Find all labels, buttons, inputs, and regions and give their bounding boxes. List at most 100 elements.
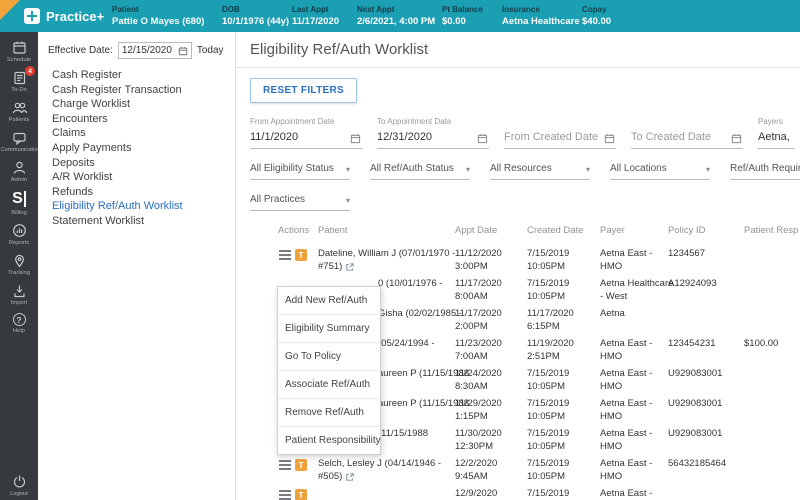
nav-admin[interactable]: Admin xyxy=(0,156,38,186)
payer-cell: Aetna East - HMO xyxy=(600,428,653,452)
table-header: Actions Patient Appt Date Created Date P… xyxy=(278,225,799,236)
refauth-tag-icon[interactable]: T xyxy=(295,459,307,471)
payer-cell: Aetna Healthcare - West xyxy=(600,278,674,302)
calendar-icon xyxy=(12,41,26,54)
nav-patients[interactable]: Patients xyxy=(0,96,38,126)
locations-dropdown[interactable]: All Locations ▾ xyxy=(610,163,710,180)
practices-dropdown[interactable]: All Practices ▾ xyxy=(250,194,350,211)
payer-cell: Aetna xyxy=(600,308,625,319)
eligibility-status-dropdown[interactable]: All Eligibility Status ▾ xyxy=(250,163,350,180)
menu-statement-worklist[interactable]: Statement Worklist xyxy=(38,214,235,229)
calendar-icon[interactable] xyxy=(350,133,361,144)
calendar-icon[interactable] xyxy=(477,133,488,144)
appt-date-cell: 12/9/2020 xyxy=(455,488,498,499)
from-created-date-filter[interactable]: From Created Date xyxy=(504,117,616,149)
row-actions xyxy=(278,274,318,279)
menu-associate-refauth[interactable]: Associate Ref/Auth xyxy=(278,371,380,399)
dob-field: DOB 10/1/1976 (44y) xyxy=(222,5,290,27)
to-created-date-filter[interactable]: To Created Date xyxy=(631,117,743,149)
table-row: T Dateline, William J (07/01/1970 - #751… xyxy=(236,244,800,274)
patient-cell: Dateline, William J (07/01/1970 - #751) xyxy=(318,248,456,272)
nav-communication[interactable]: Communication xyxy=(0,126,38,156)
actions-menu-icon[interactable] xyxy=(278,489,292,500)
policy-id-cell: 1234567 xyxy=(668,248,705,259)
appt-date-cell: 11/24/2020 8:30AM xyxy=(455,368,502,392)
nav-help[interactable]: ? Help xyxy=(0,309,38,337)
help-icon: ? xyxy=(12,313,26,326)
menu-ar-worklist[interactable]: A/R Worklist xyxy=(38,170,235,185)
menu-cash-register[interactable]: Cash Register xyxy=(38,68,235,83)
reset-filters-button[interactable]: RESET FILTERS xyxy=(250,78,357,103)
nav-import[interactable]: Import xyxy=(0,279,38,309)
menu-deposits[interactable]: Deposits xyxy=(38,156,235,171)
app-title: Practice+ xyxy=(46,8,105,24)
effective-date-input[interactable]: 12/15/2020 xyxy=(117,42,192,59)
menu-refunds[interactable]: Refunds xyxy=(38,185,235,200)
menu-go-to-policy[interactable]: Go To Policy xyxy=(278,343,380,371)
page-title: Eligibility Ref/Auth Worklist xyxy=(236,32,800,68)
patient-field[interactable]: Patient Pattie O Mayes (680) xyxy=(112,5,222,27)
policy-id-cell: A12924093 xyxy=(668,278,717,289)
nav-reports[interactable]: Reports xyxy=(0,219,38,249)
menu-cash-register-transaction[interactable]: Cash Register Transaction xyxy=(38,83,235,98)
next-appt-field: Next Appt 2/6/2021, 4:00 PM xyxy=(357,5,436,27)
calendar-icon[interactable] xyxy=(178,46,188,56)
patients-icon xyxy=(12,102,27,114)
created-date-cell: 7/15/2019 10:05PM xyxy=(527,398,570,422)
corner-ribbon xyxy=(0,0,20,20)
appt-date-cell: 11/17/2020 8:00AM xyxy=(455,278,502,302)
menu-encounters[interactable]: Encounters xyxy=(38,112,235,127)
app-window: Practice+ Patient Pattie O Mayes (680) D… xyxy=(0,0,800,500)
resources-dropdown[interactable]: All Resources ▾ xyxy=(490,163,590,180)
to-appointment-date-filter[interactable]: To Appointment Date 12/31/2020 xyxy=(377,117,489,149)
actions-menu-icon[interactable] xyxy=(278,249,292,261)
policy-id-cell: U929083001 xyxy=(668,428,723,439)
app-brand[interactable]: Practice+ xyxy=(24,8,112,24)
created-date-cell: 7/15/2019 10:05PM xyxy=(527,368,570,392)
nav-billing[interactable]: S Billing xyxy=(0,186,38,219)
policy-id-cell xyxy=(668,304,744,308)
created-date-cell: 7/15/2019 10:05PM xyxy=(527,248,570,272)
menu-claims[interactable]: Claims xyxy=(38,126,235,141)
nav-logout[interactable]: Logout xyxy=(0,470,38,500)
tracking-pin-icon xyxy=(14,254,24,268)
menu-eligibility-refauth-worklist[interactable]: Eligibility Ref/Auth Worklist xyxy=(38,199,235,214)
nav-schedule[interactable]: Schedule xyxy=(0,36,38,66)
row-context-menu: Add New Ref/Auth Eligibility Summary Go … xyxy=(277,286,381,455)
external-link-icon[interactable] xyxy=(345,472,355,482)
refauth-required-dropdown[interactable]: Ref/Auth Required xyxy=(730,163,800,180)
refauth-tag-icon[interactable]: T xyxy=(295,489,307,500)
nav-tracking[interactable]: Tracking xyxy=(0,249,38,279)
patient-resp-cell xyxy=(744,394,800,398)
today-link[interactable]: Today xyxy=(197,45,224,56)
menu-apply-payments[interactable]: Apply Payments xyxy=(38,141,235,156)
refauth-status-dropdown[interactable]: All Ref/Auth Status ▾ xyxy=(370,163,470,180)
payer-cell: Aetna East - HMO xyxy=(600,458,653,482)
patient-header-bar: Practice+ Patient Pattie O Mayes (680) D… xyxy=(0,0,800,32)
calendar-icon[interactable] xyxy=(731,133,742,144)
menu-eligibility-summary[interactable]: Eligibility Summary xyxy=(278,315,380,343)
row-actions: T xyxy=(278,484,318,500)
from-appointment-date-filter[interactable]: From Appointment Date 11/1/2020 xyxy=(250,117,362,149)
created-date-cell: 7/15/2019 xyxy=(527,488,570,499)
menu-remove-refauth[interactable]: Remove Ref/Auth xyxy=(278,399,380,427)
payer-cell: Aetna East - HMO xyxy=(600,338,653,362)
patient-resp-cell xyxy=(744,274,800,278)
refauth-tag-icon[interactable]: T xyxy=(295,249,307,261)
external-link-icon[interactable] xyxy=(345,262,355,272)
menu-add-new-refauth[interactable]: Add New Ref/Auth xyxy=(278,287,380,315)
appt-date-cell: 11/23/2020 7:00AM xyxy=(455,338,502,362)
appt-date-cell: 11/17/2020 2:00PM xyxy=(455,308,502,332)
todo-badge: 4 xyxy=(25,66,35,76)
billing-icon: S xyxy=(12,190,26,208)
created-date-cell: 7/15/2019 10:05PM xyxy=(527,278,570,302)
policy-id-cell: U929083001 xyxy=(668,368,723,379)
actions-menu-icon[interactable] xyxy=(278,459,292,471)
nav-todo[interactable]: 4 To-Do xyxy=(0,66,38,96)
payers-filter[interactable]: Payers Aetna, xyxy=(758,117,794,149)
filter-row-status: All Eligibility Status ▾ All Ref/Auth St… xyxy=(250,163,800,180)
menu-charge-worklist[interactable]: Charge Worklist xyxy=(38,97,235,112)
calendar-icon[interactable] xyxy=(604,133,615,144)
payer-cell: Aetna East - HMO xyxy=(600,248,653,272)
menu-patient-responsibility[interactable]: Patient Responsibility xyxy=(278,427,381,454)
